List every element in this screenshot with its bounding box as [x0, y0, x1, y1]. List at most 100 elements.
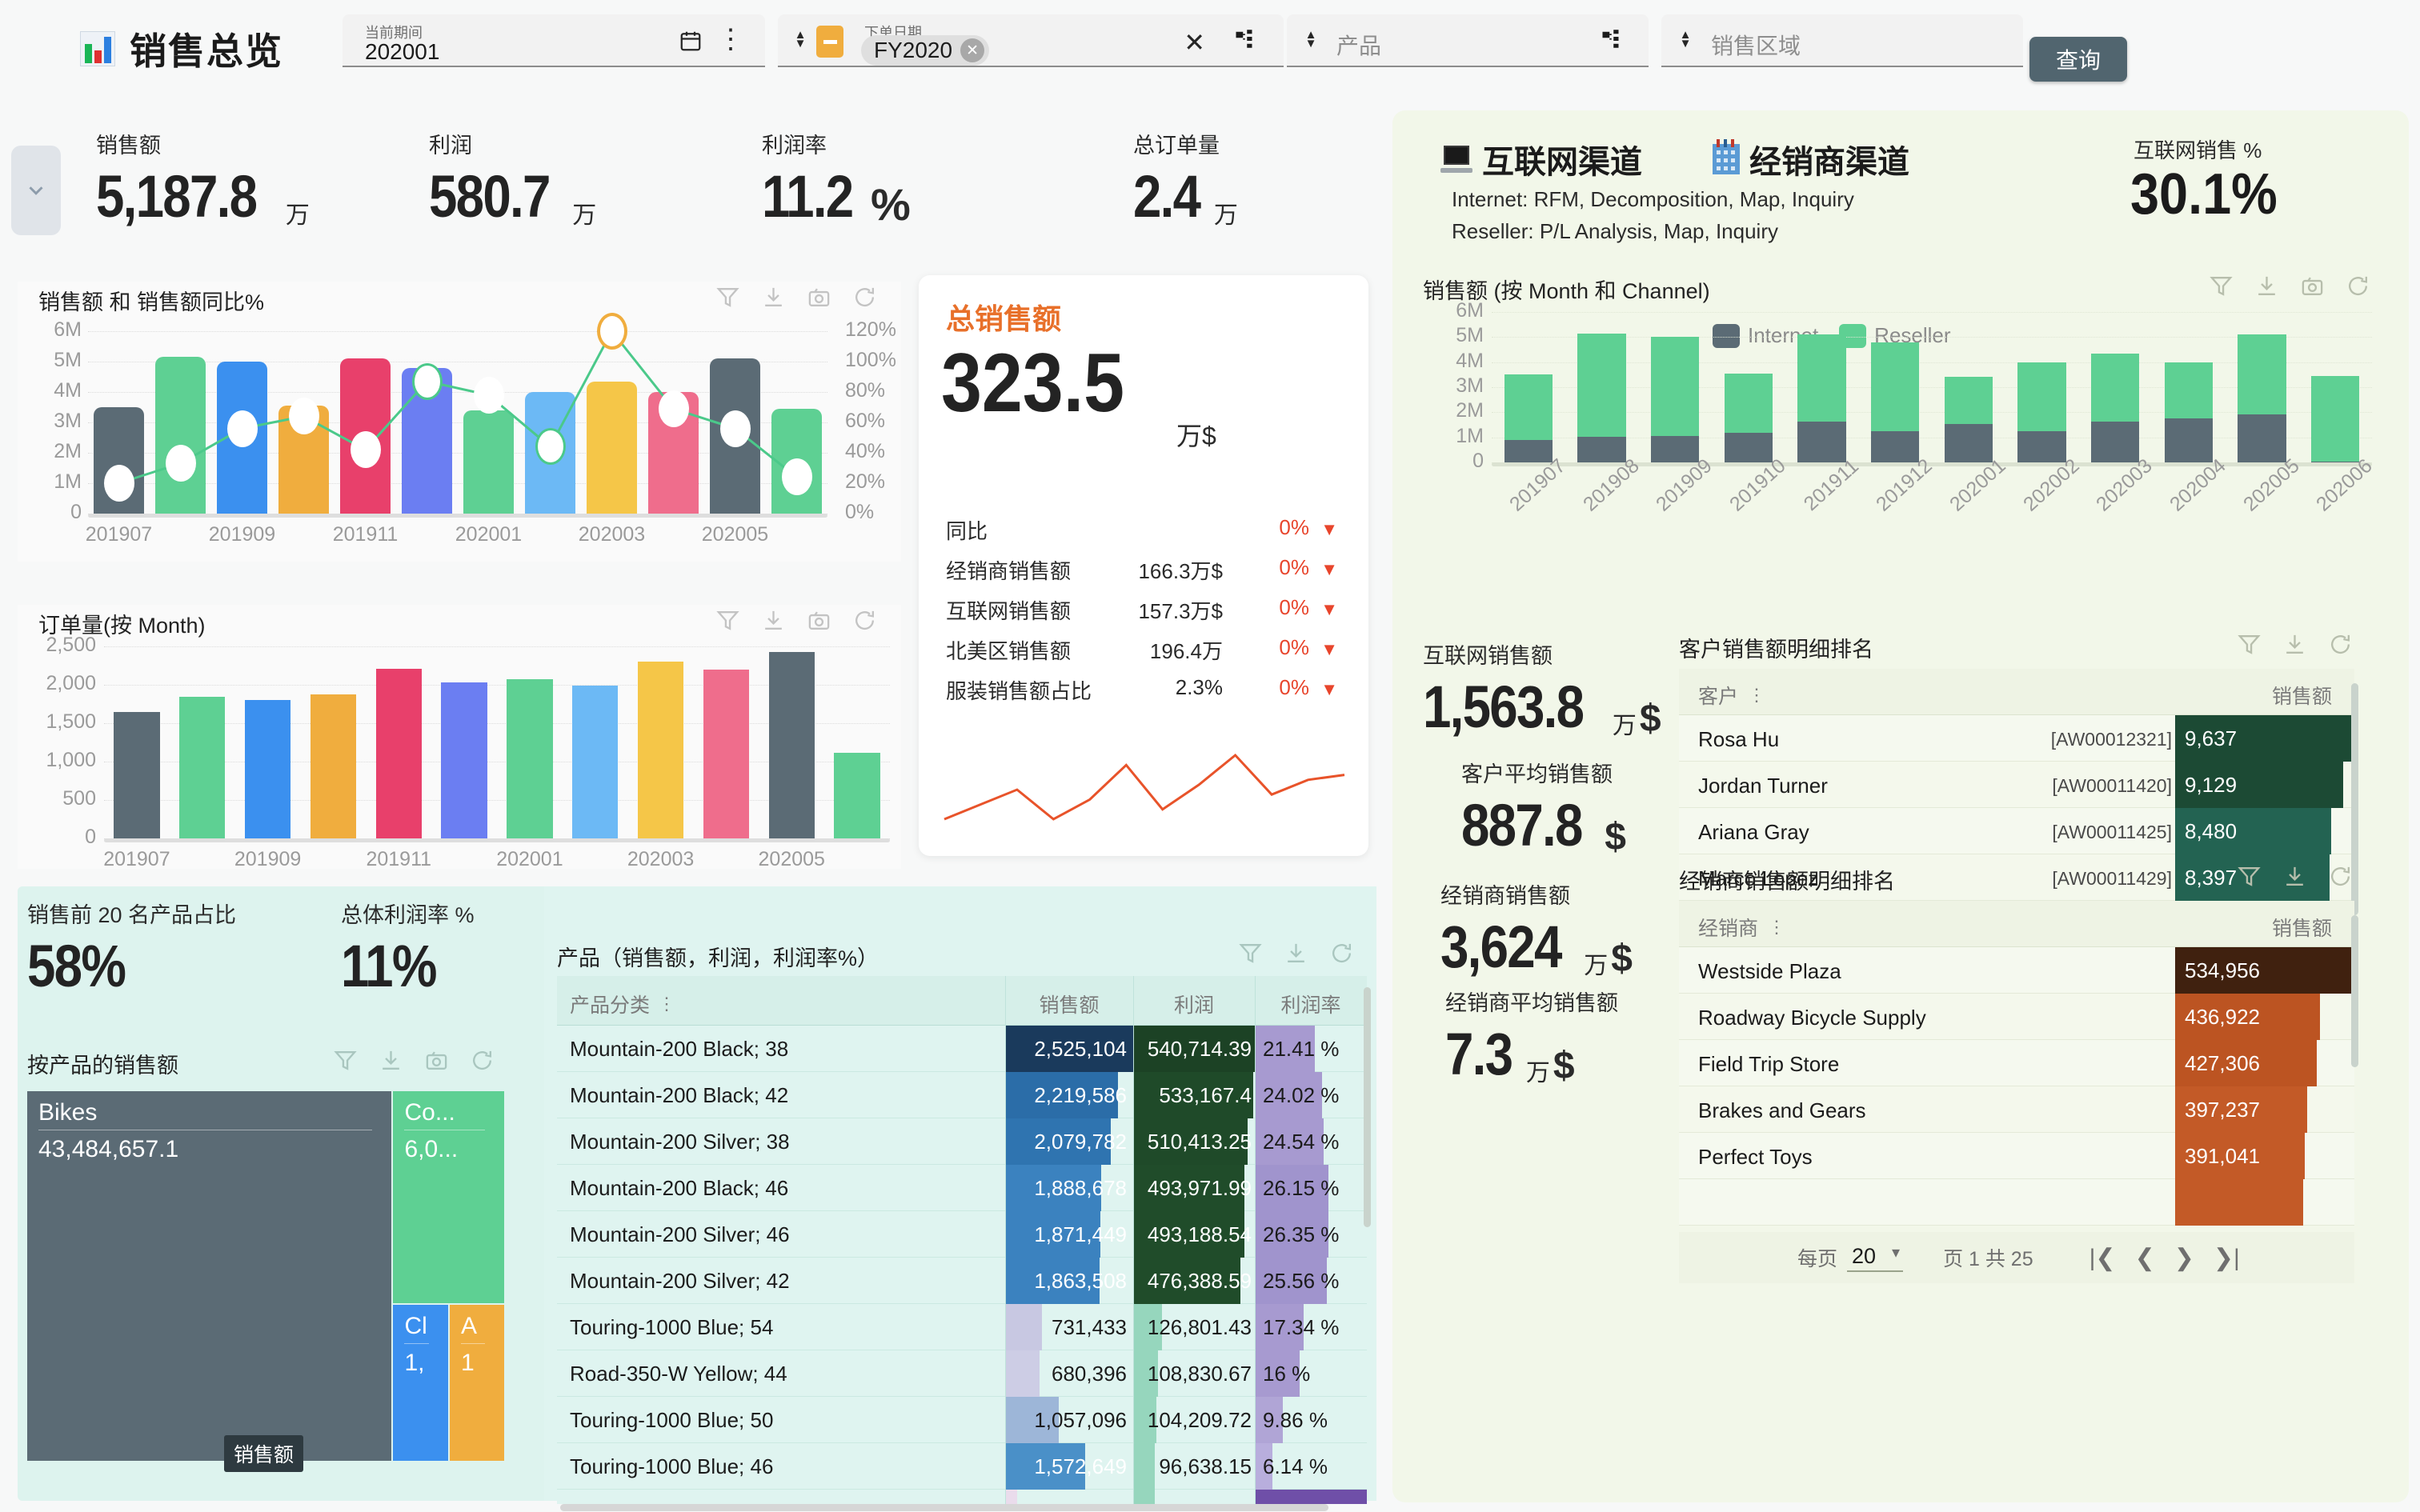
channel-reseller-heading: 经销商渠道	[1713, 136, 1909, 182]
hierarchy-icon[interactable]	[1601, 29, 1625, 57]
table-toolbar[interactable]	[2237, 632, 2353, 657]
row-value: 157.3万$	[1138, 595, 1223, 625]
table-row[interactable]: Rosa Hu[AW00012321]9,637	[1679, 715, 2354, 762]
filter-icon[interactable]	[333, 1048, 358, 1073]
filter-order-date[interactable]: ▲▼ 下单日期 FY2020 ✕ ✕	[778, 14, 1284, 67]
calendar-icon[interactable]	[679, 29, 703, 57]
filter-value[interactable]: 202001	[365, 39, 439, 65]
filter-icon[interactable]	[2237, 864, 2262, 889]
download-icon[interactable]	[2282, 632, 2307, 657]
treemap-chart[interactable]: Bikes43,484,657.1Co...6,0...Cl1,A1	[27, 1091, 506, 1462]
table-row-partial[interactable]	[1679, 1179, 2354, 1226]
download-icon[interactable]	[379, 1048, 403, 1073]
page-horizontal-scrollbar[interactable]	[560, 1504, 1328, 1511]
chart-baseline	[88, 514, 827, 518]
camera-icon[interactable]	[424, 1048, 449, 1073]
treemap-tile[interactable]: A1	[450, 1305, 504, 1461]
column-divider	[1255, 1350, 1256, 1397]
table-row[interactable]: Brakes and Gears397,237	[1679, 1086, 2354, 1133]
next-page-button[interactable]: ❯	[2174, 1244, 2194, 1272]
table-row[interactable]: Touring-1000 Blue; 461,572,64996,638.156…	[557, 1443, 1367, 1490]
pagination-controls[interactable]: |❮ ❮ ❯ ❯|	[2089, 1244, 2240, 1272]
table-row[interactable]: Mountain-200 Black; 382,525,104540,714.3…	[557, 1026, 1367, 1072]
filter-icon[interactable]	[1238, 941, 1263, 966]
filter-placeholder[interactable]: 销售区域	[1711, 29, 1801, 61]
stepper-icon[interactable]: ▲▼	[1679, 30, 1692, 48]
table-row[interactable]: Hitch Rack - 4-Bike236,01694,330.0539.97…	[557, 1490, 1367, 1504]
table-row[interactable]: Mountain-200 Silver; 382,079,782510,413.…	[557, 1118, 1367, 1165]
kpi-unit: 万	[1613, 706, 1637, 741]
filter-product[interactable]: ▲▼ 产品	[1287, 14, 1649, 67]
reseller-table[interactable]: 经销商 ⋮ 销售额 Westside Plaza534,956Roadway Bicy…	[1679, 901, 2354, 1230]
column-header-category[interactable]: 产品分类⋮	[570, 990, 675, 1018]
treemap-tile[interactable]: Cl1,	[393, 1305, 448, 1461]
kpi-value: 7.3	[1445, 1020, 1512, 1088]
tile-label: Cl	[404, 1313, 427, 1340]
product-table[interactable]: 产品分类⋮ 销售额利润利润率 Mountain-200 Black; 382,525…	[557, 976, 1367, 1504]
filter-chip-fy2020[interactable]: FY2020 ✕	[861, 35, 989, 66]
filter-icon[interactable]	[2237, 632, 2262, 657]
treemap-tile[interactable]: Co...6,0...	[393, 1091, 504, 1303]
download-icon[interactable]	[1284, 941, 1308, 966]
total-sales-value: 323.5	[941, 336, 1124, 431]
more-vertical-icon[interactable]: ⋮	[658, 994, 675, 1014]
more-vertical-icon[interactable]: ⋮	[1748, 685, 1765, 706]
refresh-icon[interactable]	[2328, 864, 2353, 889]
row-value-bar: 9,637	[2175, 715, 2353, 762]
product-table-scrollbar[interactable]	[1364, 987, 1371, 1227]
table-toolbar[interactable]	[2237, 864, 2353, 889]
query-button[interactable]: 查询	[2029, 37, 2127, 82]
download-icon[interactable]	[2282, 864, 2307, 889]
stepper-icon[interactable]: ▲▼	[1304, 30, 1317, 48]
more-vertical-icon[interactable]: ⋮	[717, 26, 744, 53]
table-row[interactable]: Jordan Turner[AW00011420]9,129	[1679, 762, 2354, 808]
prev-page-button[interactable]: ❮	[2135, 1244, 2155, 1272]
per-page-select[interactable]: 20	[1847, 1244, 1903, 1272]
reseller-table-pager[interactable]: 每页 20 页 1 共 25 |❮ ❮ ❯ ❯|	[1679, 1232, 2354, 1283]
table-row[interactable]: Mountain-200 Silver; 421,863,508476,388.…	[557, 1258, 1367, 1304]
y-axis-tick-label: 2M	[30, 440, 82, 463]
table-row[interactable]: Westside Plaza534,956	[1679, 947, 2354, 994]
table-row[interactable]: Roadway Bicycle Supply436,922	[1679, 994, 2354, 1040]
table-row[interactable]: Touring-1000 Blue; 501,057,096104,209.72…	[557, 1397, 1367, 1443]
filter-sales-region[interactable]: ▲▼ 销售区域	[1661, 14, 2023, 67]
more-vertical-icon[interactable]: ⋮	[1768, 917, 1785, 938]
table-header-row: 产品分类⋮ 销售额利润利润率	[557, 976, 1367, 1026]
table-row[interactable]: Touring-1000 Blue; 54731,433126,801.4317…	[557, 1304, 1367, 1350]
last-page-button[interactable]: ❯|	[2214, 1244, 2240, 1272]
treemap-toolbar[interactable]	[333, 1048, 495, 1073]
column-header-sales[interactable]: 销售额	[2272, 913, 2332, 942]
table-row[interactable]: Ariana Gray[AW00011425]8,480	[1679, 808, 2354, 854]
row-profit-value: 533,167.4	[1136, 1083, 1252, 1108]
treemap-tile[interactable]: Bikes43,484,657.1	[27, 1091, 391, 1461]
table-row[interactable]: Mountain-200 Silver; 461,871,449493,188.…	[557, 1211, 1367, 1258]
sidebar-collapse-button[interactable]	[11, 146, 61, 235]
filter-current-period[interactable]: 当前期间 202001 ⋮	[343, 14, 765, 67]
table-row[interactable]: Mountain-200 Black; 461,888,678493,971.9…	[557, 1165, 1367, 1211]
filter-placeholder[interactable]: 产品	[1336, 29, 1381, 61]
header-label: 经销商	[1698, 913, 1758, 942]
refresh-icon[interactable]	[2328, 632, 2353, 657]
table-row[interactable]: Road-350-W Yellow; 44680,396108,830.6716…	[557, 1350, 1367, 1397]
stepper-icon[interactable]: ▲▼	[794, 30, 807, 48]
table-toolbar[interactable]	[1238, 941, 1354, 966]
table-row[interactable]: Perfect Toys391,041	[1679, 1133, 2354, 1179]
column-header-customer[interactable]: 客户⋮	[1698, 681, 1765, 710]
column-header-sales[interactable]: 销售额	[1005, 990, 1133, 1018]
refresh-icon[interactable]	[1329, 941, 1354, 966]
clear-icon[interactable]: ✕	[1184, 27, 1205, 58]
column-header-reseller[interactable]: 经销商 ⋮	[1698, 913, 1785, 942]
chip-remove-icon[interactable]: ✕	[960, 38, 984, 62]
table-row[interactable]: Field Trip Store427,306	[1679, 1040, 2354, 1086]
column-header-rate[interactable]: 利润率	[1255, 990, 1367, 1018]
exclude-toggle-icon[interactable]	[816, 26, 843, 58]
reseller-table-scrollbar[interactable]	[2351, 915, 2358, 1067]
column-header-sales[interactable]: 销售额	[2272, 681, 2332, 710]
hierarchy-icon[interactable]	[1234, 29, 1258, 57]
row-rate-value: 6.14 %	[1263, 1454, 1328, 1479]
column-header-profit[interactable]: 利润	[1133, 990, 1255, 1018]
chart-sales-yoy: 销售额 和 销售额同比% 01M2M3M4M5M6M0%20%40%60%80%…	[18, 282, 901, 562]
refresh-icon[interactable]	[470, 1048, 495, 1073]
table-row[interactable]: Mountain-200 Black; 422,219,586533,167.4…	[557, 1072, 1367, 1118]
first-page-button[interactable]: |❮	[2089, 1244, 2116, 1272]
